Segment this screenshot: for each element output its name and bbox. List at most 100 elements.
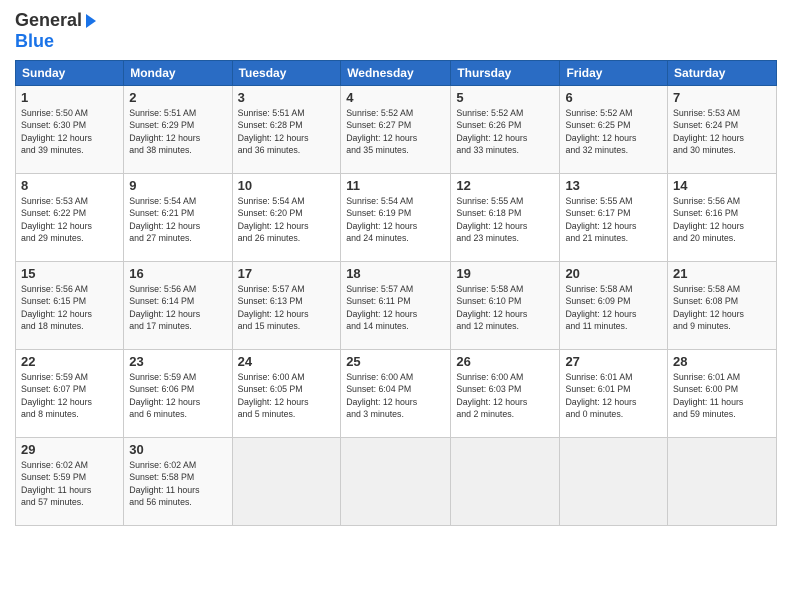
day-info: Sunrise: 5:59 AM Sunset: 6:06 PM Dayligh… [129,371,226,420]
weekday-header-friday: Friday [560,61,668,86]
calendar-week-row: 15Sunrise: 5:56 AM Sunset: 6:15 PM Dayli… [16,262,777,350]
calendar-cell: 26 Sunrise: 6:00 AM Sunset: 6:03 PM Dayli… [451,350,560,438]
day-info: Sunrise: 6:00 AM Sunset: 6:04 PM Dayligh… [346,371,445,420]
calendar-cell: 17 Sunrise: 5:57 AM Sunset: 6:13 PM Dayli… [232,262,341,350]
day-number: 6 [565,90,662,105]
day-number: 13 [565,178,662,193]
day-number: 1 [21,90,118,105]
day-info: Sunrise: 6:01 AM Sunset: 6:00 PM Dayligh… [673,371,771,420]
day-info: Sunrise: 5:55 AM Sunset: 6:18 PM Dayligh… [456,195,554,244]
logo-arrow-icon [82,12,100,30]
calendar-cell [232,438,341,526]
calendar-cell: 14 Sunrise: 5:56 AM Sunset: 6:16 PM Dayli… [668,174,777,262]
day-number: 23 [129,354,226,369]
day-info: Sunrise: 5:53 AM Sunset: 6:24 PM Dayligh… [673,107,771,156]
day-number: 17 [238,266,336,281]
calendar-cell [341,438,451,526]
day-number: 30 [129,442,226,457]
day-info: Sunrise: 5:54 AM Sunset: 6:20 PM Dayligh… [238,195,336,244]
calendar-cell: 4 Sunrise: 5:52 AM Sunset: 6:27 PM Daylig… [341,86,451,174]
calendar-cell: 23 Sunrise: 5:59 AM Sunset: 6:06 PM Dayli… [124,350,232,438]
weekday-header-wednesday: Wednesday [341,61,451,86]
day-info: Sunrise: 5:57 AM Sunset: 6:11 PM Dayligh… [346,283,445,332]
logo-blue-text: Blue [15,31,54,52]
calendar-cell: 16Sunrise: 5:56 AM Sunset: 6:14 PM Dayli… [124,262,232,350]
day-number: 10 [238,178,336,193]
day-info: Sunrise: 5:57 AM Sunset: 6:13 PM Dayligh… [238,283,336,332]
calendar-week-row: 29 Sunrise: 6:02 AM Sunset: 5:59 PM Dayli… [16,438,777,526]
day-number: 26 [456,354,554,369]
calendar-cell: 25 Sunrise: 6:00 AM Sunset: 6:04 PM Dayli… [341,350,451,438]
calendar-cell: 21 Sunrise: 5:58 AM Sunset: 6:08 PM Dayli… [668,262,777,350]
calendar-cell [560,438,668,526]
weekday-header-row: SundayMondayTuesdayWednesdayThursdayFrid… [16,61,777,86]
calendar-week-row: 22 Sunrise: 5:59 AM Sunset: 6:07 PM Dayli… [16,350,777,438]
day-number: 3 [238,90,336,105]
calendar-cell: 29 Sunrise: 6:02 AM Sunset: 5:59 PM Dayli… [16,438,124,526]
day-number: 8 [21,178,118,193]
day-info: Sunrise: 5:54 AM Sunset: 6:21 PM Dayligh… [129,195,226,244]
weekday-header-tuesday: Tuesday [232,61,341,86]
day-number: 9 [129,178,226,193]
calendar-cell: 28Sunrise: 6:01 AM Sunset: 6:00 PM Dayli… [668,350,777,438]
day-number: 14 [673,178,771,193]
day-info: Sunrise: 5:53 AM Sunset: 6:22 PM Dayligh… [21,195,118,244]
day-info: Sunrise: 6:01 AM Sunset: 6:01 PM Dayligh… [565,371,662,420]
weekday-header-sunday: Sunday [16,61,124,86]
day-info: Sunrise: 5:50 AM Sunset: 6:30 PM Dayligh… [21,107,118,156]
calendar-cell: 3 Sunrise: 5:51 AM Sunset: 6:28 PM Daylig… [232,86,341,174]
day-info: Sunrise: 5:51 AM Sunset: 6:28 PM Dayligh… [238,107,336,156]
logo: General Blue [15,10,100,52]
day-info: Sunrise: 5:58 AM Sunset: 6:09 PM Dayligh… [565,283,662,332]
calendar-cell: 18 Sunrise: 5:57 AM Sunset: 6:11 PM Dayli… [341,262,451,350]
calendar-cell [451,438,560,526]
calendar-cell: 8 Sunrise: 5:53 AM Sunset: 6:22 PM Daylig… [16,174,124,262]
day-number: 22 [21,354,118,369]
calendar-cell: 22 Sunrise: 5:59 AM Sunset: 6:07 PM Dayli… [16,350,124,438]
calendar-cell: 19Sunrise: 5:58 AM Sunset: 6:10 PM Dayli… [451,262,560,350]
day-number: 2 [129,90,226,105]
logo-general-text: General [15,10,82,31]
calendar-cell: 20Sunrise: 5:58 AM Sunset: 6:09 PM Dayli… [560,262,668,350]
calendar-cell: 6 Sunrise: 5:52 AM Sunset: 6:25 PM Daylig… [560,86,668,174]
day-info: Sunrise: 5:59 AM Sunset: 6:07 PM Dayligh… [21,371,118,420]
weekday-header-monday: Monday [124,61,232,86]
day-info: Sunrise: 6:02 AM Sunset: 5:59 PM Dayligh… [21,459,118,508]
calendar-cell [668,438,777,526]
day-info: Sunrise: 6:00 AM Sunset: 6:05 PM Dayligh… [238,371,336,420]
calendar-cell: 5Sunrise: 5:52 AM Sunset: 6:26 PM Daylig… [451,86,560,174]
calendar-cell: 13 Sunrise: 5:55 AM Sunset: 6:17 PM Dayli… [560,174,668,262]
day-info: Sunrise: 5:58 AM Sunset: 6:08 PM Dayligh… [673,283,771,332]
calendar-cell: 11Sunrise: 5:54 AM Sunset: 6:19 PM Dayli… [341,174,451,262]
day-info: Sunrise: 6:02 AM Sunset: 5:58 PM Dayligh… [129,459,226,508]
day-number: 27 [565,354,662,369]
day-number: 18 [346,266,445,281]
day-info: Sunrise: 5:52 AM Sunset: 6:25 PM Dayligh… [565,107,662,156]
day-info: Sunrise: 5:56 AM Sunset: 6:15 PM Dayligh… [21,283,118,332]
day-number: 7 [673,90,771,105]
calendar-cell: 30 Sunrise: 6:02 AM Sunset: 5:58 PM Dayli… [124,438,232,526]
day-info: Sunrise: 5:56 AM Sunset: 6:14 PM Dayligh… [129,283,226,332]
day-info: Sunrise: 5:55 AM Sunset: 6:17 PM Dayligh… [565,195,662,244]
day-number: 21 [673,266,771,281]
day-info: Sunrise: 6:00 AM Sunset: 6:03 PM Dayligh… [456,371,554,420]
weekday-header-thursday: Thursday [451,61,560,86]
calendar-cell: 7 Sunrise: 5:53 AM Sunset: 6:24 PM Daylig… [668,86,777,174]
day-number: 19 [456,266,554,281]
calendar-cell: 27 Sunrise: 6:01 AM Sunset: 6:01 PM Dayli… [560,350,668,438]
day-number: 29 [21,442,118,457]
weekday-header-saturday: Saturday [668,61,777,86]
day-info: Sunrise: 5:56 AM Sunset: 6:16 PM Dayligh… [673,195,771,244]
day-number: 5 [456,90,554,105]
day-number: 25 [346,354,445,369]
calendar-cell: 15Sunrise: 5:56 AM Sunset: 6:15 PM Dayli… [16,262,124,350]
calendar-table: SundayMondayTuesdayWednesdayThursdayFrid… [15,60,777,526]
header: General Blue [15,10,777,52]
day-number: 24 [238,354,336,369]
calendar-week-row: 8 Sunrise: 5:53 AM Sunset: 6:22 PM Daylig… [16,174,777,262]
day-info: Sunrise: 5:51 AM Sunset: 6:29 PM Dayligh… [129,107,226,156]
day-number: 4 [346,90,445,105]
calendar-cell: 1 Sunrise: 5:50 AM Sunset: 6:30 PM Daylig… [16,86,124,174]
calendar-cell: 10 Sunrise: 5:54 AM Sunset: 6:20 PM Dayli… [232,174,341,262]
day-info: Sunrise: 5:52 AM Sunset: 6:27 PM Dayligh… [346,107,445,156]
